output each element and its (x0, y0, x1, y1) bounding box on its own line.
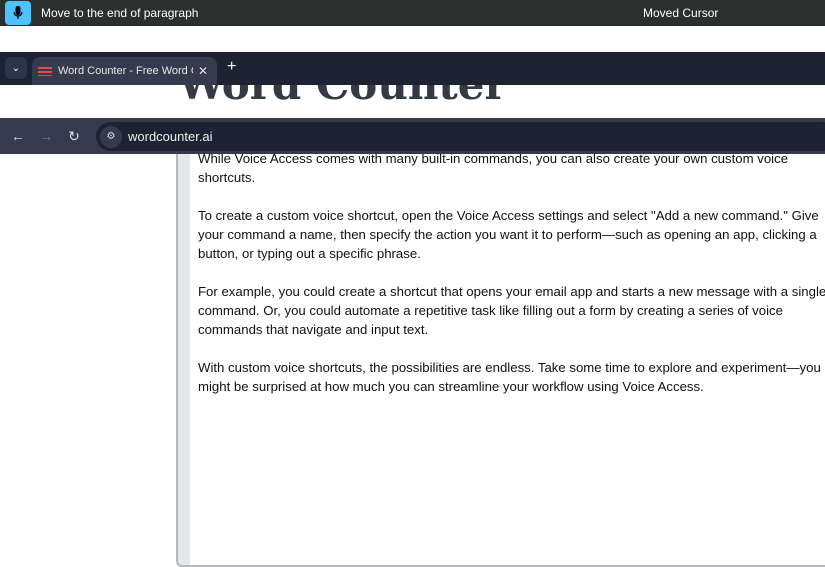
text-editor-frame: While Voice Access comes with many built… (176, 127, 825, 567)
forward-icon[interactable]: → (32, 128, 60, 144)
text-input-area[interactable]: While Voice Access comes with many built… (190, 141, 825, 565)
paragraph: For example, you could create a shortcut… (198, 284, 825, 337)
site-settings-icon[interactable]: ⚙ (100, 125, 122, 148)
address-bar[interactable]: ⚙ wordcounter.ai (96, 122, 825, 151)
new-tab-button[interactable]: + (227, 58, 236, 76)
close-tab-icon[interactable]: ✕ (198, 64, 208, 78)
navigation-bar: ← → ↻ ⚙ wordcounter.ai (0, 118, 825, 154)
tab-word-counter[interactable]: Word Counter - Free Word Counter ✕ (32, 57, 217, 85)
paragraph: With custom voice shortcuts, the possibi… (198, 360, 825, 394)
voice-access-bar: Move to the end of paragraph Moved Curso… (0, 0, 825, 26)
back-icon[interactable]: ← (4, 128, 32, 144)
favicon-icon (38, 66, 52, 76)
tab-strip: ⌄ Word Counter - Free Word Counter ✕ + (0, 52, 825, 85)
reload-icon[interactable]: ↻ (60, 128, 88, 145)
paragraph: To create a custom voice shortcut, open … (198, 208, 823, 261)
tab-search-button[interactable]: ⌄ (5, 57, 27, 79)
voice-status-text: Moved Cursor (643, 6, 719, 20)
voice-command-text: Move to the end of paragraph (41, 6, 199, 20)
paragraph: While Voice Access comes with many built… (198, 151, 792, 185)
url-text: wordcounter.ai (128, 129, 213, 144)
tab-title: Word Counter - Free Word Counter (58, 65, 193, 77)
microphone-icon[interactable] (5, 1, 31, 25)
